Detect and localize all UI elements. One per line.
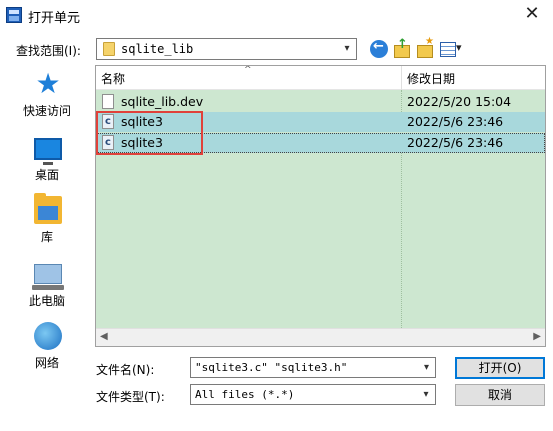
look-in-value: sqlite_lib <box>121 42 194 56</box>
place-label: 网络 <box>34 356 59 370</box>
pc-icon <box>32 264 64 290</box>
star-icon: ★ <box>35 67 61 100</box>
place-desktop[interactable]: 桌面 <box>8 130 86 190</box>
window-title: 打开单元 <box>28 11 81 26</box>
document-icon <box>102 94 114 109</box>
app-icon <box>6 7 22 23</box>
place-label: 桌面 <box>34 168 59 182</box>
file-list[interactable]: 名称 ^ 修改日期 sqlite_lib.dev 2022/5/20 15:04… <box>95 65 546 347</box>
file-date: 2022/5/6 23:46 <box>407 135 504 150</box>
place-this-pc[interactable]: 此电脑 <box>8 256 86 316</box>
column-header-name[interactable]: 名称 <box>101 70 125 87</box>
file-name: sqlite_lib.dev <box>121 94 204 109</box>
chevron-down-icon[interactable]: ▾ <box>338 39 356 59</box>
horizontal-scrollbar[interactable]: ◀ ▶ <box>96 328 545 346</box>
close-button[interactable]: ✕ <box>521 3 543 25</box>
list-item[interactable]: sqlite_lib.dev 2022/5/20 15:04 <box>96 92 545 112</box>
place-label: 库 <box>40 230 53 244</box>
place-quick-access[interactable]: ★ 快速访问 <box>8 66 86 126</box>
filetype-label: 文件类型(T): <box>96 390 165 404</box>
network-icon <box>34 322 62 350</box>
filename-label: 文件名(N): <box>96 363 155 377</box>
places-bar: ★ 快速访问 桌面 库 此电脑 网络 <box>8 66 86 376</box>
look-in-label: 查找范围(I): <box>16 44 81 58</box>
column-header-date[interactable]: 修改日期 <box>407 70 455 87</box>
chevron-down-icon[interactable]: ▾ <box>418 358 435 377</box>
column-separator[interactable] <box>401 66 402 90</box>
new-folder-icon[interactable] <box>416 36 434 58</box>
view-menu-icon[interactable] <box>440 40 466 58</box>
file-date: 2022/5/6 23:46 <box>407 114 504 129</box>
folder-icon <box>103 42 115 56</box>
file-date: 2022/5/20 15:04 <box>407 94 512 109</box>
library-icon <box>34 193 62 224</box>
scroll-right-icon[interactable]: ▶ <box>533 331 541 342</box>
filetype-select[interactable]: All files (*.*) ▾ <box>190 384 436 405</box>
cancel-button[interactable]: 取消 <box>455 384 545 406</box>
up-folder-icon[interactable] <box>393 37 411 58</box>
filename-input[interactable]: "sqlite3.c" "sqlite3.h" <box>190 357 436 378</box>
scroll-left-icon[interactable]: ◀ <box>100 331 108 342</box>
open-button[interactable]: 打开(O) <box>455 357 545 379</box>
annotation-highlight-box <box>96 111 203 155</box>
place-label: 快速访问 <box>22 104 71 118</box>
desktop-icon <box>34 138 62 165</box>
title-bar: 打开单元 ✕ <box>0 0 553 31</box>
list-header: 名称 ^ 修改日期 <box>96 66 545 90</box>
look-in-combo[interactable]: sqlite_lib ▾ <box>96 38 357 60</box>
place-library[interactable]: 库 <box>8 192 86 252</box>
chevron-down-icon[interactable]: ▾ <box>417 385 435 405</box>
place-network[interactable]: 网络 <box>8 318 86 378</box>
sort-ascending-icon: ^ <box>244 65 252 75</box>
place-label: 此电脑 <box>28 294 65 308</box>
back-icon[interactable] <box>370 39 388 58</box>
filetype-value: All files (*.*) <box>195 388 295 401</box>
